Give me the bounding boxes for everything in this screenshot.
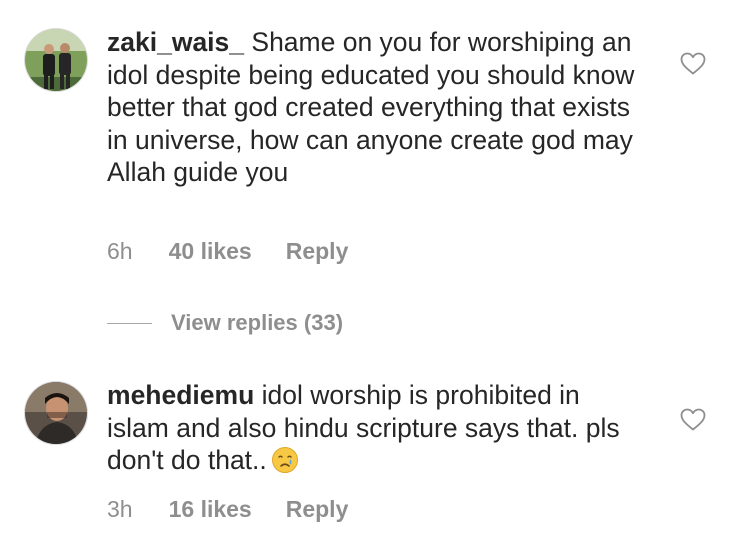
comment-meta: 3h 16 likes Reply <box>107 496 348 523</box>
comment-text: mehediemu idol worship is prohibited in … <box>107 379 647 477</box>
view-replies-label: View replies (33) <box>171 310 344 335</box>
comment-likes[interactable]: 16 likes <box>169 496 252 523</box>
view-replies-button[interactable]: View replies (33) <box>107 310 343 336</box>
crying-face-emoji-icon <box>271 447 298 474</box>
comment-time: 3h <box>107 496 133 522</box>
avatar[interactable] <box>24 28 88 92</box>
divider <box>107 322 152 324</box>
comment-meta: 6h 40 likes Reply <box>107 238 348 265</box>
heart-icon[interactable] <box>680 52 706 76</box>
comment-likes[interactable]: 40 likes <box>169 238 252 265</box>
reply-button[interactable]: Reply <box>286 496 349 523</box>
heart-icon[interactable] <box>680 408 706 432</box>
comment-text: zaki_wais_ Shame on you for worshiping a… <box>107 26 647 189</box>
reply-button[interactable]: Reply <box>286 238 349 265</box>
comment-item: zaki_wais_ Shame on you for worshiping a… <box>0 0 750 335</box>
comment-time: 6h <box>107 238 133 264</box>
avatar[interactable] <box>24 381 88 445</box>
avatar-photo <box>25 382 87 444</box>
comment-item: mehediemu idol worship is prohibited in … <box>0 360 750 554</box>
comment-username[interactable]: zaki_wais_ <box>107 27 244 57</box>
comment-username[interactable]: mehediemu <box>107 380 254 410</box>
avatar-photo <box>25 29 87 91</box>
